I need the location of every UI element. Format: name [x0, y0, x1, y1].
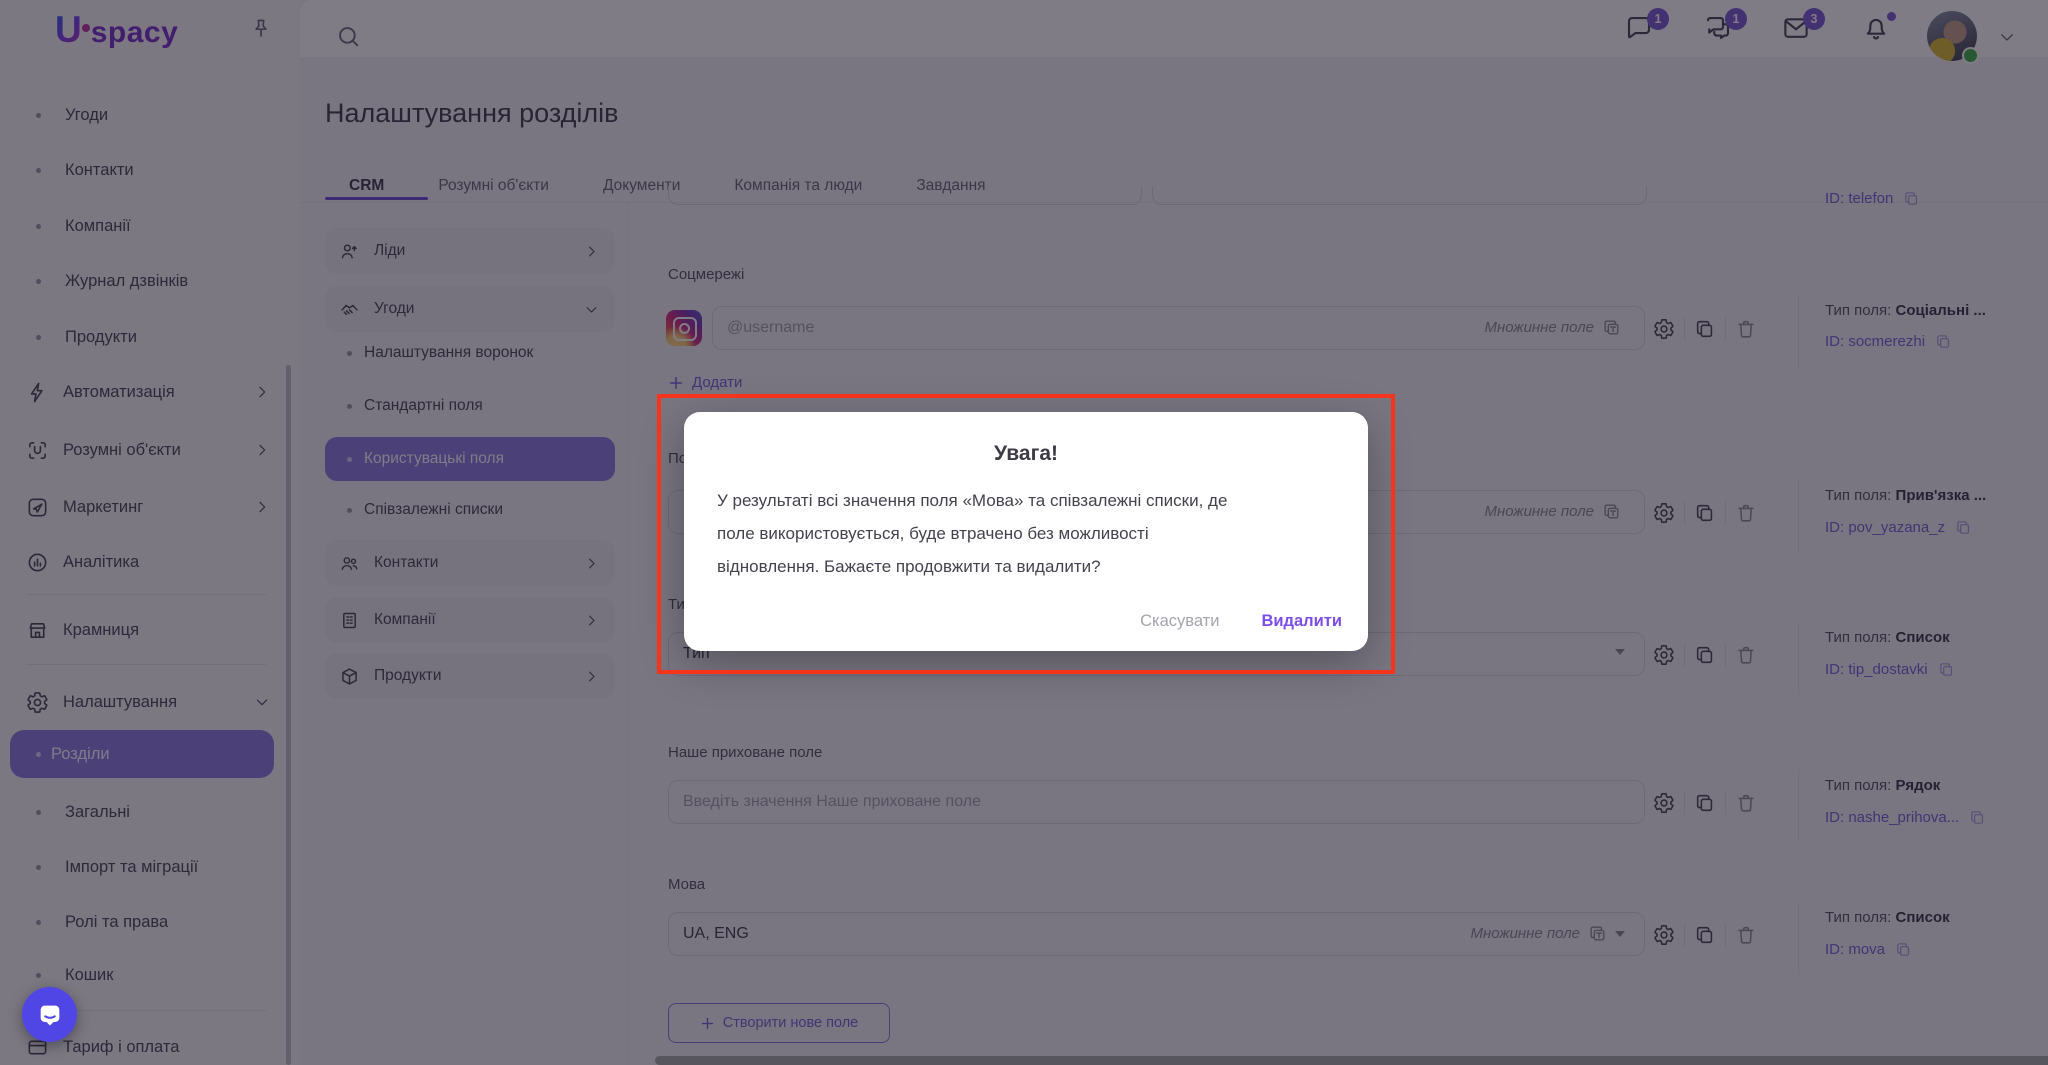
cancel-button[interactable]: Скасувати	[1140, 612, 1219, 631]
delete-button[interactable]: Видалити	[1261, 612, 1342, 631]
dialog-actions: Скасувати Видалити	[1140, 612, 1342, 631]
confirmation-dialog: Увага! У результаті всі значення поля «М…	[684, 412, 1368, 651]
intercom-chat-icon	[36, 1001, 64, 1029]
app-root: U spacy Угоди Контакти Компанії Журнал д…	[0, 0, 2048, 1065]
support-chat-fab[interactable]	[22, 987, 77, 1042]
dialog-body-text: У результаті всі значення поля «Мова» та…	[717, 484, 1327, 583]
dialog-title: Увага!	[684, 442, 1368, 466]
horizontal-scrollbar[interactable]	[655, 1056, 2048, 1065]
